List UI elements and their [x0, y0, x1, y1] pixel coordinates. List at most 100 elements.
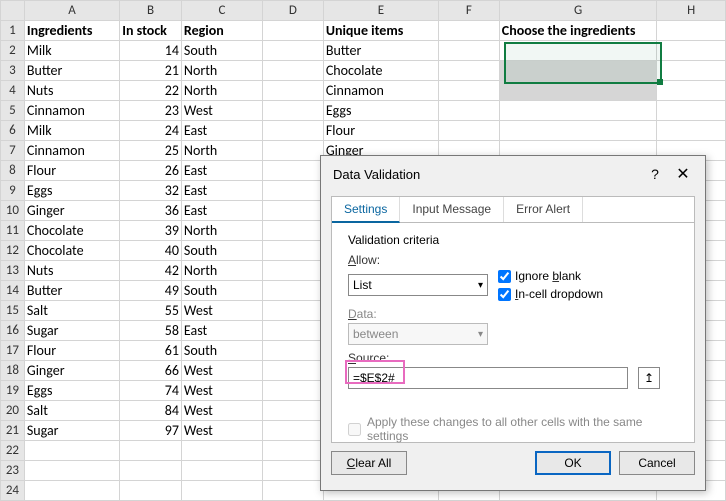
cell-D17[interactable] — [263, 341, 324, 361]
row-header-9[interactable]: 9 — [1, 181, 25, 201]
cell-H5[interactable] — [657, 101, 726, 121]
cell-A8[interactable]: Flour — [24, 161, 119, 181]
cell-C10[interactable]: East — [181, 201, 262, 221]
source-input[interactable]: =$E$2# — [348, 367, 628, 389]
allow-combobox[interactable]: List ▾ — [348, 274, 488, 296]
incell-dropdown-checkbox[interactable]: In-cell dropdown — [498, 287, 603, 301]
cell-D22[interactable] — [263, 441, 324, 461]
cell-A1[interactable]: Ingredients — [24, 21, 119, 41]
cell-C19[interactable]: West — [181, 381, 262, 401]
cell-F2[interactable] — [439, 41, 500, 61]
cell-H4[interactable] — [657, 81, 726, 101]
cell-C23[interactable] — [181, 461, 262, 481]
cell-A23[interactable] — [24, 461, 119, 481]
col-header-B[interactable]: B — [120, 1, 182, 21]
cell-C17[interactable]: South — [181, 341, 262, 361]
cell-E5[interactable]: Eggs — [323, 101, 438, 121]
cell-E2[interactable]: Butter — [323, 41, 438, 61]
cell-G6[interactable] — [499, 121, 657, 141]
cell-F1[interactable] — [439, 21, 500, 41]
cell-C16[interactable]: East — [181, 321, 262, 341]
cell-B15[interactable]: 55 — [120, 301, 182, 321]
row-header-11[interactable]: 11 — [1, 221, 25, 241]
tab-input-message[interactable]: Input Message — [400, 197, 504, 222]
row-header-5[interactable]: 5 — [1, 101, 25, 121]
col-header-H[interactable]: H — [657, 1, 726, 21]
cell-F6[interactable] — [439, 121, 500, 141]
cell-C5[interactable]: West — [181, 101, 262, 121]
cell-G3[interactable] — [499, 61, 657, 81]
cell-A10[interactable]: Ginger — [24, 201, 119, 221]
row-header-20[interactable]: 20 — [1, 401, 25, 421]
cell-C24[interactable] — [181, 481, 262, 501]
col-header-D[interactable]: D — [263, 1, 324, 21]
row-header-18[interactable]: 18 — [1, 361, 25, 381]
cell-D16[interactable] — [263, 321, 324, 341]
cell-B21[interactable]: 97 — [120, 421, 182, 441]
cell-C6[interactable]: East — [181, 121, 262, 141]
cell-C2[interactable]: South — [181, 41, 262, 61]
cell-G1[interactable]: Choose the ingredients — [499, 21, 657, 41]
cell-A2[interactable]: Milk — [24, 41, 119, 61]
cell-C9[interactable]: East — [181, 181, 262, 201]
cell-A24[interactable] — [24, 481, 119, 501]
close-button[interactable]: ✕ — [669, 164, 697, 184]
cell-B22[interactable] — [120, 441, 182, 461]
cell-H2[interactable] — [657, 41, 726, 61]
cell-A14[interactable]: Butter — [24, 281, 119, 301]
cell-D9[interactable] — [263, 181, 324, 201]
cell-B12[interactable]: 40 — [120, 241, 182, 261]
row-header-6[interactable]: 6 — [1, 121, 25, 141]
cell-C22[interactable] — [181, 441, 262, 461]
cell-B18[interactable]: 66 — [120, 361, 182, 381]
cell-E1[interactable]: Unique items — [323, 21, 438, 41]
cell-B17[interactable]: 61 — [120, 341, 182, 361]
cell-E6[interactable]: Flour — [323, 121, 438, 141]
row-header-8[interactable]: 8 — [1, 161, 25, 181]
cell-B13[interactable]: 42 — [120, 261, 182, 281]
cell-H3[interactable] — [657, 61, 726, 81]
cell-F3[interactable] — [439, 61, 500, 81]
cell-D1[interactable] — [263, 21, 324, 41]
cell-A13[interactable]: Nuts — [24, 261, 119, 281]
row-header-19[interactable]: 19 — [1, 381, 25, 401]
cell-G2[interactable] — [499, 41, 657, 61]
cell-A18[interactable]: Ginger — [24, 361, 119, 381]
cell-D5[interactable] — [263, 101, 324, 121]
row-header-1[interactable]: 1 — [1, 21, 25, 41]
cell-H6[interactable] — [657, 121, 726, 141]
cell-A22[interactable] — [24, 441, 119, 461]
row-header-10[interactable]: 10 — [1, 201, 25, 221]
cell-A19[interactable]: Eggs — [24, 381, 119, 401]
cell-B20[interactable]: 84 — [120, 401, 182, 421]
cell-B14[interactable]: 49 — [120, 281, 182, 301]
cell-A9[interactable]: Eggs — [24, 181, 119, 201]
cell-C3[interactable]: North — [181, 61, 262, 81]
cell-C12[interactable]: South — [181, 241, 262, 261]
cell-B11[interactable]: 39 — [120, 221, 182, 241]
cell-B7[interactable]: 25 — [120, 141, 182, 161]
tab-settings[interactable]: Settings — [332, 197, 400, 223]
row-header-17[interactable]: 17 — [1, 341, 25, 361]
cell-C1[interactable]: Region — [181, 21, 262, 41]
cell-A21[interactable]: Sugar — [24, 421, 119, 441]
tab-error-alert[interactable]: Error Alert — [504, 197, 583, 222]
cell-F5[interactable] — [439, 101, 500, 121]
ignore-blank-checkbox[interactable]: Ignore blank — [498, 269, 603, 283]
cell-C11[interactable]: North — [181, 221, 262, 241]
cell-G4[interactable] — [499, 81, 657, 101]
cell-D20[interactable] — [263, 401, 324, 421]
col-header-A[interactable]: A — [24, 1, 119, 21]
col-header-C[interactable]: C — [181, 1, 262, 21]
cell-D13[interactable] — [263, 261, 324, 281]
row-header-2[interactable]: 2 — [1, 41, 25, 61]
cell-C14[interactable]: South — [181, 281, 262, 301]
cell-C20[interactable]: West — [181, 401, 262, 421]
row-header-21[interactable]: 21 — [1, 421, 25, 441]
row-header-7[interactable]: 7 — [1, 141, 25, 161]
cell-B19[interactable]: 74 — [120, 381, 182, 401]
row-header-16[interactable]: 16 — [1, 321, 25, 341]
cell-A5[interactable]: Cinnamon — [24, 101, 119, 121]
col-header-E[interactable]: E — [323, 1, 438, 21]
row-header-3[interactable]: 3 — [1, 61, 25, 81]
